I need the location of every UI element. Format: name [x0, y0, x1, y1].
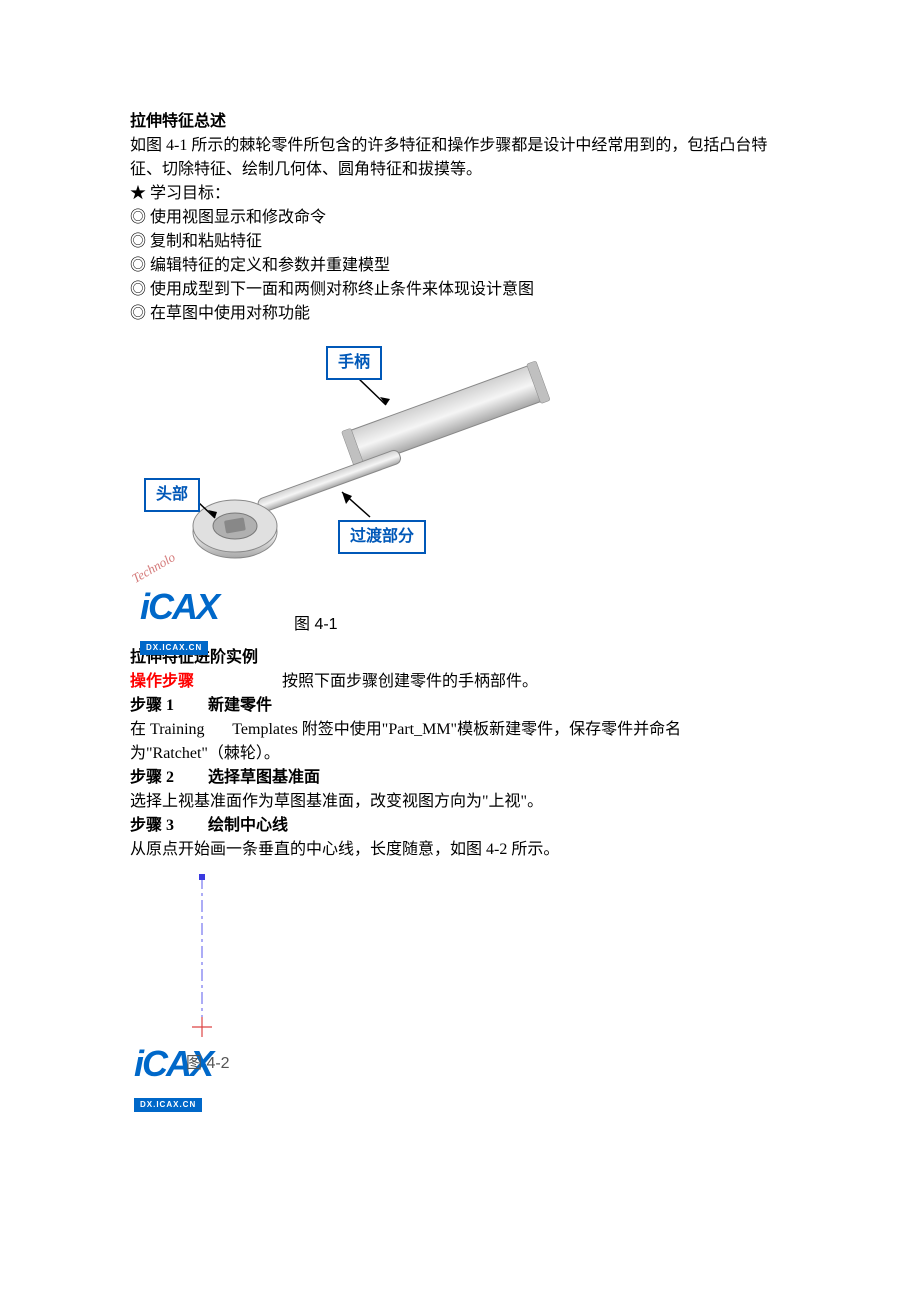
step3-label: 步骤 3 — [130, 814, 174, 838]
figure-2-caption: 图 4-2 — [186, 1052, 230, 1076]
document-page: 拉伸特征总述 如图 4-1 所示的棘轮零件所包含的许多特征和操作步骤都是设计中经… — [0, 0, 920, 1302]
step2-text: 选择上视基准面作为草图基准面，改变视图方向为"上视"。 — [130, 790, 790, 814]
label-handle: 手柄 — [326, 346, 382, 380]
op-steps-text: 按照下面步骤创建零件的手柄部件。 — [282, 673, 538, 690]
logo-main-text: iCAX — [140, 586, 218, 627]
section1-title: 拉伸特征总述 — [130, 110, 790, 134]
step1-text-b: Templates 附签中使用"Part_MM"模板新建零件，保存零件并命名为"… — [130, 721, 681, 762]
step1-header: 步骤 1 新建零件 — [130, 694, 790, 718]
step3-text: 从原点开始画一条垂直的中心线，长度随意，如图 4-2 所示。 — [130, 838, 790, 862]
objective-item: ◎ 使用成型到下一面和两侧对称终止条件来体现设计意图 — [130, 278, 790, 302]
label-transition: 过渡部分 — [338, 520, 426, 554]
step2-label: 步骤 2 — [130, 766, 174, 790]
figure-4-1: 手柄 头部 过渡部分 Technolo iCAX DX.ICAX.CN 图 4-… — [130, 340, 790, 640]
logo-sub-text: DX.ICAX.CN — [140, 641, 208, 655]
step1-text-a: 在 Training — [130, 721, 205, 738]
objective-item: ◎ 使用视图显示和修改命令 — [130, 206, 790, 230]
step1-text: 在 Training Templates 附签中使用"Part_MM"模板新建零… — [130, 718, 790, 766]
figure-1-caption: 图 4-1 — [294, 613, 338, 637]
step2-title: 选择草图基准面 — [208, 766, 320, 790]
objective-item: ◎ 复制和粘贴特征 — [130, 230, 790, 254]
logo-sub-text-2: DX.ICAX.CN — [134, 1098, 202, 1112]
op-steps-label: 操作步骤 — [130, 673, 194, 690]
section2-title: 拉伸特征进阶实例 — [130, 646, 790, 670]
section1-p1: 如图 4-1 所示的棘轮零件所包含的许多特征和操作步骤都是设计中经常用到的，包括… — [130, 134, 790, 182]
logo-icax-2: iCAX DX.ICAX.CN — [134, 1037, 212, 1115]
op-steps-line: 操作步骤 按照下面步骤创建零件的手柄部件。 — [130, 670, 790, 694]
step1-title: 新建零件 — [208, 694, 272, 718]
objective-item: ◎ 在草图中使用对称功能 — [130, 302, 790, 326]
step1-label: 步骤 1 — [130, 694, 174, 718]
step3-title: 绘制中心线 — [208, 814, 288, 838]
logo-icax: iCAX DX.ICAX.CN — [140, 580, 218, 658]
figure-4-2: iCAX DX.ICAX.CN 图 4-2 — [132, 872, 292, 1102]
label-head: 头部 — [144, 478, 200, 512]
objective-marker: ★ 学习目标： — [130, 182, 790, 206]
step2-header: 步骤 2 选择草图基准面 — [130, 766, 790, 790]
step3-header: 步骤 3 绘制中心线 — [130, 814, 790, 838]
objective-item: ◎ 编辑特征的定义和参数并重建模型 — [130, 254, 790, 278]
